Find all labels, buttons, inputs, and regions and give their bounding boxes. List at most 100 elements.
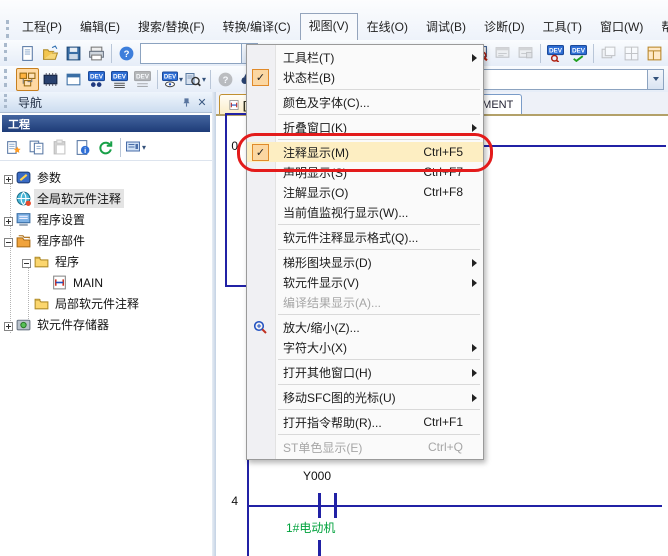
dev-batch-icon[interactable]: DEV: [131, 68, 154, 91]
menu-item-label: 当前值监视行显示(W)...: [283, 204, 408, 221]
menu-item-label: 字符大小(X): [283, 339, 347, 356]
view-menu-item[interactable]: 移动SFC图的光标(U): [247, 387, 483, 407]
view-menu-item[interactable]: ✓状态栏(B): [247, 67, 483, 87]
toolbar-grip[interactable]: [4, 69, 12, 87]
expand-icon[interactable]: [4, 215, 13, 224]
paste-item-icon[interactable]: [48, 136, 71, 159]
dev-list-icon[interactable]: DEV: [108, 68, 131, 91]
menu-separator: [278, 314, 480, 315]
combobox-dropdown-icon[interactable]: [647, 70, 663, 89]
tree-item-MAIN[interactable]: MAIN: [0, 272, 212, 293]
view-menu-item[interactable]: 梯形图块显示(D): [247, 252, 483, 272]
print-icon[interactable]: [85, 42, 108, 65]
view-menu-item[interactable]: 编译结果显示(A)...: [247, 292, 483, 312]
menu-item-label: 编译结果显示(A)...: [283, 294, 381, 311]
project-select-input[interactable]: [141, 46, 241, 61]
copy-item-icon[interactable]: [25, 136, 48, 159]
menubar-item[interactable]: 窗口(W): [591, 14, 652, 40]
item-info-icon[interactable]: i: [71, 136, 94, 159]
menubar-item[interactable]: 视图(V): [300, 13, 358, 40]
navigation-panel: 导航 ✕ 工程 i▾ 参数全局软元件注释程序设置程序部件程序MAIN局部软元件注…: [0, 92, 213, 556]
view-menu-item[interactable]: ST单色显示(E) Ctrl+Q: [247, 437, 483, 457]
menubar-item[interactable]: 转换/编译(C): [214, 14, 300, 40]
view-menu-item[interactable]: 颜色及字体(C)...: [247, 92, 483, 112]
folder-icon: [33, 253, 50, 270]
window-cascade-icon[interactable]: [597, 42, 620, 65]
project-select-combobox[interactable]: [140, 43, 258, 64]
menu-separator: [278, 249, 480, 250]
menu-separator: [278, 89, 480, 90]
expand-icon[interactable]: [4, 320, 13, 329]
collapse-icon[interactable]: [4, 236, 13, 245]
help-icon[interactable]: ?: [115, 42, 138, 65]
menu-item-shortcut: Ctrl+F1: [413, 415, 463, 429]
window-arrange-icon[interactable]: [643, 42, 666, 65]
save-file-icon[interactable]: [62, 42, 85, 65]
view-menu-item[interactable]: 当前值监视行显示(W)...: [247, 202, 483, 222]
help-circle-icon[interactable]: ?: [214, 68, 237, 91]
device-memory-icon: [15, 316, 32, 333]
menu-item-label: ST单色显示(E): [283, 439, 362, 456]
tree-item-全局软元件注释[interactable]: 全局软元件注释: [0, 188, 212, 209]
menubar-item[interactable]: 调试(B): [417, 14, 475, 40]
menubar-item[interactable]: 编辑(E): [71, 14, 129, 40]
toolbar-grip[interactable]: [6, 20, 9, 38]
tree-item-程序设置[interactable]: 程序设置: [0, 209, 212, 230]
toolbar-grip[interactable]: [4, 43, 12, 61]
menu-item-label: 打开指令帮助(R)...: [283, 414, 382, 431]
device-search-icon[interactable]: ▾: [184, 68, 207, 91]
menubar-item[interactable]: 搜索/替换(F): [129, 14, 214, 40]
svg-text:DEV: DEV: [572, 47, 586, 54]
tree-item-程序[interactable]: 程序: [0, 251, 212, 272]
view-menu-item[interactable]: 打开其他窗口(H): [247, 362, 483, 382]
new-item-icon[interactable]: [2, 136, 25, 159]
view-menu-item[interactable]: 软元件注释显示格式(Q)...: [247, 227, 483, 247]
menubar-item[interactable]: 帮助(H): [652, 14, 668, 40]
display-mode-icon[interactable]: ▾: [124, 136, 147, 159]
view-menu-item[interactable]: 打开指令帮助(R)... Ctrl+F1: [247, 412, 483, 432]
submenu-arrow-icon: [472, 344, 477, 352]
dev-write-icon[interactable]: DEV: [567, 42, 590, 65]
work-window-icon[interactable]: [62, 68, 85, 91]
svg-text:i: i: [84, 146, 86, 155]
menu-item-label: 移动SFC图的光标(U): [283, 389, 396, 406]
parameter-icon: [15, 169, 32, 186]
expand-icon[interactable]: [4, 173, 13, 182]
module-config-icon[interactable]: [39, 68, 62, 91]
menubar-item[interactable]: 在线(O): [358, 14, 417, 40]
collapse-icon[interactable]: [22, 257, 31, 266]
view-menu-item[interactable]: 放大/缩小(Z)...: [247, 317, 483, 337]
window-tile-icon[interactable]: [620, 42, 643, 65]
refresh-icon[interactable]: [94, 136, 117, 159]
tree-item-label: 程序设置: [34, 210, 88, 229]
panel-grip[interactable]: [4, 94, 12, 108]
dev-watch-icon[interactable]: DEV▾: [161, 68, 184, 91]
monitor-window2-icon[interactable]: [514, 42, 537, 65]
open-file-icon[interactable]: [39, 42, 62, 65]
menubar-item[interactable]: 工具(T): [534, 14, 591, 40]
tree-item-程序部件[interactable]: 程序部件: [0, 230, 212, 251]
view-menu-item[interactable]: 注解显示(O)Ctrl+F8: [247, 182, 483, 202]
monitor-window-icon[interactable]: [491, 42, 514, 65]
menubar-item[interactable]: 工程(P): [13, 14, 71, 40]
device-combobox[interactable]: [482, 69, 664, 90]
view-menu-item[interactable]: 工具栏(T): [247, 47, 483, 67]
svg-text:DEV: DEV: [113, 73, 127, 80]
dev-search-icon[interactable]: DEV: [544, 42, 567, 65]
navigation-toggle-icon[interactable]: [16, 68, 39, 91]
close-icon[interactable]: ✕: [194, 95, 210, 110]
tree-item-局部软元件注释[interactable]: 局部软元件注释: [0, 293, 212, 314]
pin-icon[interactable]: [178, 95, 194, 110]
tree-spacer: [4, 194, 13, 203]
view-menu-item[interactable]: 字符大小(X): [247, 337, 483, 357]
toolbar-separator: [210, 70, 211, 89]
new-file-icon[interactable]: [16, 42, 39, 65]
device-combobox-input[interactable]: [483, 72, 647, 87]
tree-item-参数[interactable]: 参数: [0, 167, 212, 188]
tree-item-label: 局部软元件注释: [52, 294, 142, 313]
view-menu-item[interactable]: 软元件显示(V): [247, 272, 483, 292]
tree-item-软元件存储器[interactable]: 软元件存储器: [0, 314, 212, 335]
menubar-item[interactable]: 诊断(D): [475, 14, 534, 40]
dev-find-icon[interactable]: DEV: [85, 68, 108, 91]
menu-item-shortcut: Ctrl+Q: [418, 440, 463, 454]
